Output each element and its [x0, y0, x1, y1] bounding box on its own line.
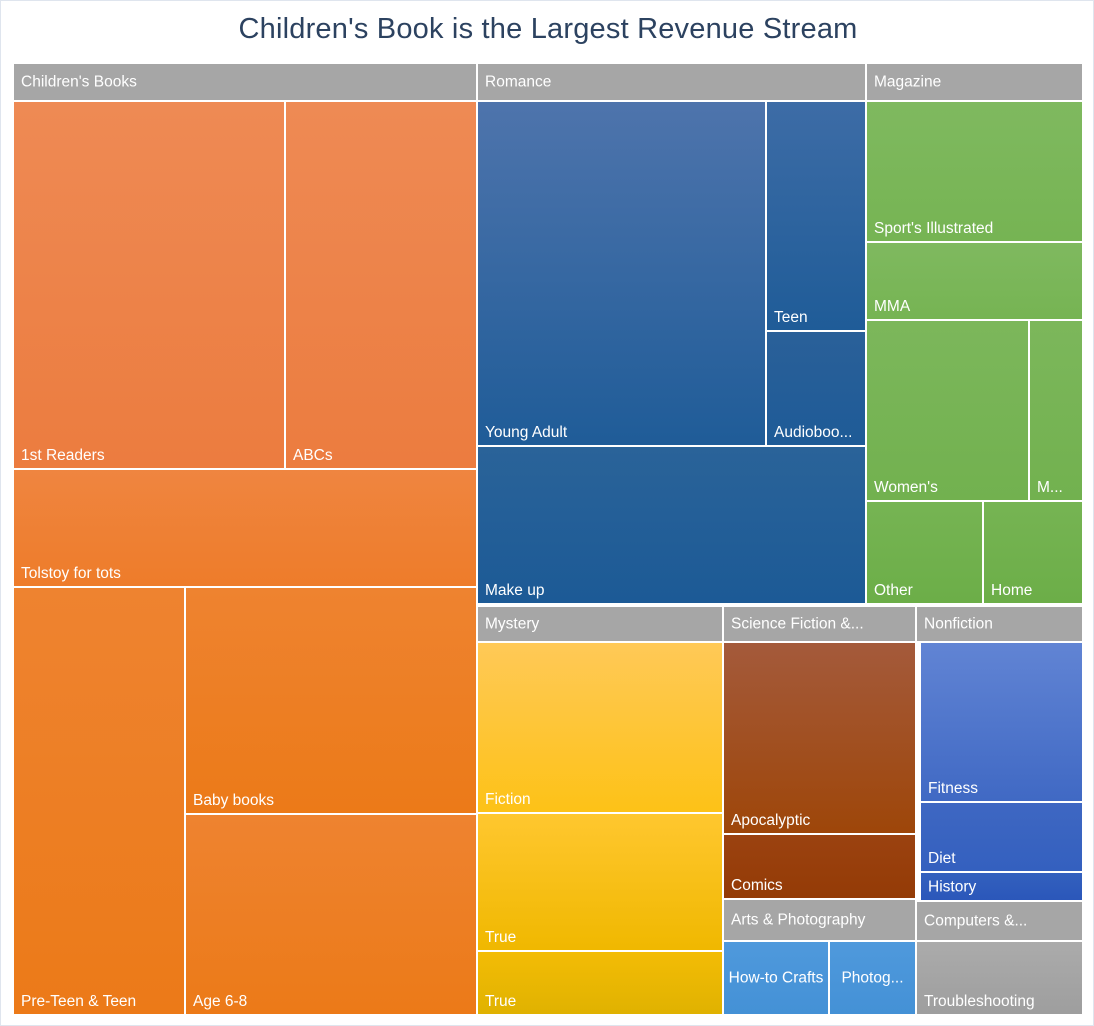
tile-diet[interactable]: Diet	[920, 802, 1083, 872]
tile-audiobooks[interactable]: Audioboo...	[766, 331, 866, 446]
tile-apocalyptic[interactable]: Apocalyptic	[723, 642, 916, 834]
group-header-science-fiction[interactable]: Science Fiction &...	[723, 606, 916, 642]
tile-label: MMA	[874, 298, 1078, 315]
tile-tolstoy-for-tots[interactable]: Tolstoy for tots	[13, 469, 477, 587]
group-header-label: Children's Books	[21, 74, 472, 91]
tile-label: Tolstoy for tots	[21, 565, 472, 582]
tile-fitness[interactable]: Fitness	[920, 642, 1083, 802]
tile-photography[interactable]: Photog...	[829, 941, 916, 1015]
tile-mystery-true-2[interactable]: True	[477, 951, 723, 1015]
group-header-label: Magazine	[874, 74, 1078, 91]
tile-mystery-fiction[interactable]: Fiction	[477, 642, 723, 813]
tile-sports-illustrated[interactable]: Sport's Illustrated	[866, 101, 1083, 242]
tile-mens[interactable]: M...	[1029, 320, 1083, 501]
tile-label: True	[485, 929, 718, 946]
tile-teen[interactable]: Teen	[766, 101, 866, 331]
tile-label: Sport's Illustrated	[874, 220, 1078, 237]
tile-other[interactable]: Other	[866, 501, 983, 604]
tile-label: Pre-Teen & Teen	[21, 993, 180, 1010]
tile-label: Young Adult	[485, 424, 761, 441]
tile-label: Audioboo...	[774, 424, 861, 441]
group-header-romance[interactable]: Romance	[477, 63, 866, 101]
group-header-label: Science Fiction &...	[731, 616, 911, 633]
group-header-nonfiction[interactable]: Nonfiction	[916, 606, 1083, 642]
tile-label: Fitness	[928, 780, 1078, 797]
tile-label: History	[928, 878, 1078, 895]
tile-label: Troubleshooting	[924, 993, 1078, 1010]
group-header-label: Romance	[485, 74, 861, 91]
tile-label: Make up	[485, 582, 861, 599]
tile-label: Baby books	[193, 792, 472, 809]
tile-label: Age 6-8	[193, 993, 472, 1010]
tile-mystery-true-1[interactable]: True	[477, 813, 723, 951]
tile-label: Comics	[731, 877, 911, 894]
tile-make-up[interactable]: Make up	[477, 446, 866, 604]
tile-how-to-crafts[interactable]: How-to Crafts	[723, 941, 829, 1015]
treemap-chart: Children's Book is the Largest Revenue S…	[0, 0, 1094, 1026]
group-header-mystery[interactable]: Mystery	[477, 606, 723, 642]
group-header-label: Arts & Photography	[731, 912, 911, 929]
tile-history[interactable]: History	[920, 872, 1083, 901]
tile-abcs[interactable]: ABCs	[285, 101, 477, 469]
group-header-label: Nonfiction	[924, 616, 1078, 633]
tile-label: 1st Readers	[21, 447, 280, 464]
group-header-label: Mystery	[485, 616, 718, 633]
chart-title: Children's Book is the Largest Revenue S…	[1, 13, 1094, 46]
tile-pre-teen-and-teen[interactable]: Pre-Teen & Teen	[13, 587, 185, 1015]
tile-label: How-to Crafts	[724, 969, 828, 988]
group-header-magazine[interactable]: Magazine	[866, 63, 1083, 101]
group-header-arts-photography[interactable]: Arts & Photography	[723, 899, 916, 941]
tile-comics[interactable]: Comics	[723, 834, 916, 899]
group-header-computers[interactable]: Computers &...	[916, 901, 1083, 941]
tile-baby-books[interactable]: Baby books	[185, 587, 477, 814]
tile-label: Diet	[928, 850, 1078, 867]
tile-label: Fiction	[485, 791, 718, 808]
tile-1st-readers[interactable]: 1st Readers	[13, 101, 285, 469]
tile-womens[interactable]: Women's	[866, 320, 1029, 501]
tile-young-adult[interactable]: Young Adult	[477, 101, 766, 446]
tile-label: Home	[991, 582, 1078, 599]
tile-age-6-8[interactable]: Age 6-8	[185, 814, 477, 1015]
tile-label: True	[485, 993, 718, 1010]
group-header-childrens-books[interactable]: Children's Books	[13, 63, 477, 101]
tile-label: Apocalyptic	[731, 812, 911, 829]
tile-mma[interactable]: MMA	[866, 242, 1083, 320]
tile-label: Women's	[874, 479, 1024, 496]
group-header-label: Computers &...	[924, 913, 1078, 930]
tile-troubleshooting[interactable]: Troubleshooting	[916, 941, 1083, 1015]
tile-label: Teen	[774, 309, 861, 326]
tile-home[interactable]: Home	[983, 501, 1083, 604]
tile-label: M...	[1037, 479, 1078, 496]
tile-label: ABCs	[293, 447, 472, 464]
tile-label: Other	[874, 582, 978, 599]
tile-label: Photog...	[830, 969, 915, 988]
